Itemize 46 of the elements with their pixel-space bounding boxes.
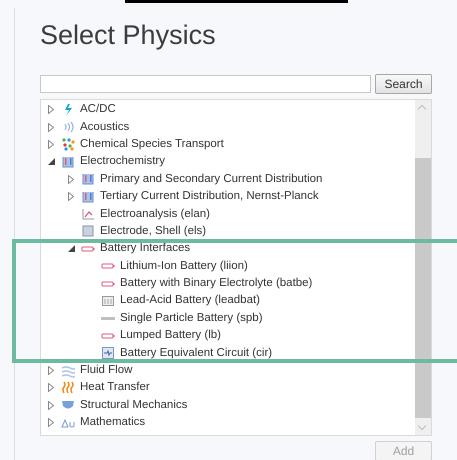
- cell-icon: [101, 294, 115, 308]
- beaker-icon: [81, 172, 95, 186]
- dots-icon: [61, 137, 75, 152]
- collapse-arrow-icon[interactable]: [66, 244, 76, 254]
- tree-item[interactable]: Single Particle Battery (spb): [120, 312, 263, 325]
- tree-item[interactable]: Battery Interfaces: [100, 242, 190, 256]
- page-title: Select Physics: [40, 19, 217, 52]
- heat-icon: [61, 380, 75, 395]
- expand-arrow-icon[interactable]: [66, 192, 76, 202]
- tree-item[interactable]: Lithium-Ion Battery (liion): [120, 260, 248, 273]
- expand-arrow-icon[interactable]: [46, 104, 56, 115]
- collapse-arrow-icon[interactable]: [46, 156, 56, 167]
- tree-item[interactable]: Battery Equivalent Circuit (cir): [120, 346, 272, 360]
- tree-item[interactable]: Electrochemistry: [80, 155, 165, 168]
- circuit-icon: [101, 346, 115, 360]
- tree-item[interactable]: Electroanalysis (elan): [100, 208, 210, 221]
- tree-item[interactable]: Heat Transfer: [80, 381, 150, 394]
- shell-icon: [81, 224, 95, 238]
- tree-item[interactable]: Lead-Acid Battery (leadbat): [120, 294, 260, 308]
- beaker-icon: [81, 190, 95, 204]
- tree-item[interactable]: Acoustics: [80, 120, 130, 134]
- tree-item[interactable]: Electrode, Shell (els): [100, 224, 206, 238]
- search-field[interactable]: [40, 75, 371, 93]
- tree-item[interactable]: Lumped Battery (lb): [120, 329, 221, 342]
- expand-arrow-icon[interactable]: [46, 382, 56, 393]
- scrollbar[interactable]: [415, 100, 431, 435]
- scroll-thumb[interactable]: [415, 158, 431, 418]
- tree-item[interactable]: AC/DC: [80, 103, 116, 116]
- tree-item[interactable]: Mathematics: [80, 416, 146, 430]
- expand-arrow-icon[interactable]: [46, 366, 56, 376]
- flow-icon: [61, 364, 75, 378]
- expand-arrow-icon[interactable]: [46, 122, 56, 132]
- search-button[interactable]: Search: [375, 74, 432, 94]
- expand-arrow-icon[interactable]: [46, 400, 56, 410]
- expand-arrow-icon[interactable]: [66, 174, 76, 184]
- expand-arrow-icon[interactable]: [46, 139, 56, 150]
- tree-item[interactable]: Battery with Binary Electrolyte (batbe): [120, 277, 312, 290]
- beaker-icon: [61, 154, 75, 169]
- graph-icon: [81, 207, 95, 222]
- tree-item[interactable]: Tertiary Current Distribution, Nernst-Planck: [100, 190, 319, 204]
- tree-item[interactable]: Fluid Flow: [80, 364, 132, 378]
- bar-icon: [101, 316, 115, 320]
- expand-arrow-icon[interactable]: [46, 418, 56, 428]
- tree-item[interactable]: Structural Mechanics: [80, 398, 188, 412]
- tree-item[interactable]: Primary and Secondary Current Distribution: [100, 172, 322, 186]
- tree-item[interactable]: Chemical Species Transport: [80, 138, 224, 151]
